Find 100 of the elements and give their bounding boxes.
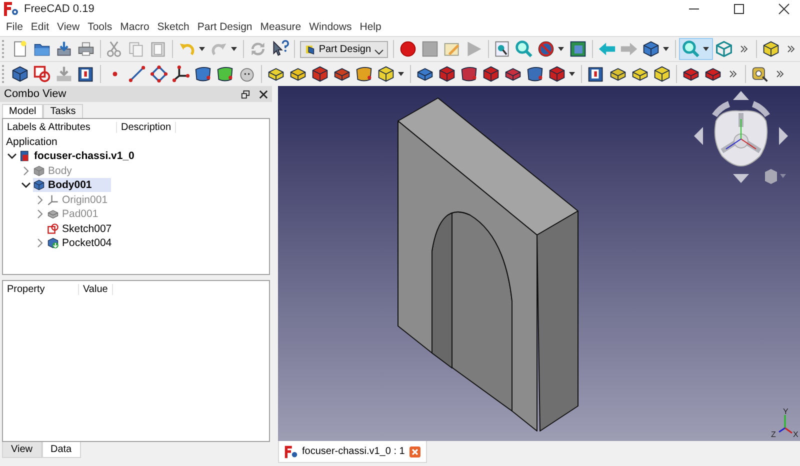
- notepad-icon[interactable]: [442, 40, 461, 58]
- window-title: FreeCAD 0.19: [24, 3, 94, 15]
- cube-icon[interactable]: [762, 40, 780, 58]
- app-logo-icon: [284, 444, 298, 458]
- panel-title: Combo View: [4, 88, 66, 100]
- document-icon: [19, 150, 31, 162]
- clipboard-icon[interactable]: [149, 40, 168, 58]
- cube-icon[interactable]: [438, 65, 456, 83]
- binder-icon[interactable]: [77, 65, 95, 83]
- column-header: Value: [79, 284, 113, 294]
- caret-icon[interactable]: [231, 47, 238, 51]
- cube-icon[interactable]: [311, 65, 329, 83]
- slab-icon[interactable]: [609, 65, 627, 83]
- cube-icon[interactable]: [642, 40, 660, 58]
- column-header: Property: [3, 284, 79, 294]
- menu-item[interactable]: Help: [356, 21, 386, 33]
- 3d-viewport[interactable]: Y Z X: [278, 86, 800, 441]
- sketch-icon: [47, 222, 59, 235]
- chevron-icon[interactable]: [776, 70, 784, 78]
- tree-item[interactable]: focuser-chassi.v1_0: [19, 149, 138, 164]
- menu-item[interactable]: Sketch: [153, 21, 194, 33]
- menu-item[interactable]: Edit: [26, 21, 54, 33]
- chevron-icon[interactable]: [729, 70, 737, 78]
- stop-icon[interactable]: [420, 40, 439, 58]
- line-icon[interactable]: [128, 65, 146, 83]
- caret-icon[interactable]: [663, 47, 670, 51]
- slab-icon[interactable]: [704, 65, 722, 83]
- no-entry-icon[interactable]: [537, 40, 556, 58]
- tab[interactable]: View: [2, 442, 42, 458]
- tree-item[interactable]: Body: [33, 164, 76, 178]
- axis-label: Y: [783, 407, 788, 416]
- caret-icon[interactable]: [199, 47, 206, 51]
- slab-icon[interactable]: [682, 65, 700, 83]
- body-icon: [33, 179, 45, 192]
- framed-cube-icon[interactable]: [569, 40, 588, 58]
- measure-icon[interactable]: [751, 65, 769, 83]
- maximize-icon[interactable]: [733, 3, 745, 15]
- surface-icon[interactable]: [216, 65, 234, 83]
- axis-cross-drawing: [778, 415, 792, 434]
- workbench-icon: [304, 42, 317, 56]
- body-icon: [33, 164, 45, 177]
- printer-icon[interactable]: [76, 40, 94, 58]
- tab[interactable]: Model: [2, 104, 44, 118]
- menu-item[interactable]: Part Design: [193, 21, 256, 33]
- surface-icon[interactable]: [355, 65, 373, 83]
- axes-icon[interactable]: [172, 65, 190, 83]
- slab-icon[interactable]: [333, 65, 351, 83]
- caret-icon[interactable]: [398, 72, 404, 76]
- navigation-cube-drawing[interactable]: [694, 91, 788, 184]
- slab-icon[interactable]: [631, 65, 649, 83]
- pad-icon: [47, 208, 59, 220]
- workbench-dropdown[interactable]: Part Design: [300, 40, 388, 58]
- document-tab[interactable]: focuser-chassi.v1_0 : 1: [278, 441, 427, 463]
- surface-icon[interactable]: [526, 65, 544, 83]
- tree-item[interactable]: Sketch007: [47, 222, 116, 236]
- cube-icon[interactable]: [653, 65, 671, 83]
- axis-label: Z: [771, 430, 776, 439]
- cube-icon[interactable]: [548, 65, 566, 83]
- wireframe-cube-icon[interactable]: [715, 40, 734, 58]
- sketch-icon[interactable]: [33, 65, 51, 83]
- close-icon[interactable]: [259, 90, 268, 98]
- float-icon[interactable]: [241, 90, 250, 98]
- cube-icon[interactable]: [11, 65, 29, 83]
- slab-icon[interactable]: [504, 65, 522, 83]
- caret-icon[interactable]: [569, 72, 575, 76]
- menu-item[interactable]: Macro: [116, 21, 154, 33]
- close-icon[interactable]: [778, 3, 790, 15]
- menu-item[interactable]: Tools: [84, 21, 116, 33]
- tree-item[interactable]: Pocket004: [47, 236, 116, 250]
- slab-icon[interactable]: [267, 65, 285, 83]
- chevron-icon[interactable]: [786, 45, 795, 53]
- caret-icon[interactable]: [703, 47, 710, 51]
- sheep-icon[interactable]: [238, 65, 256, 83]
- diamond-icon[interactable]: [150, 65, 168, 83]
- surface-icon[interactable]: [194, 65, 212, 83]
- menu-item[interactable]: File: [2, 21, 27, 33]
- tab[interactable]: Data: [42, 442, 81, 458]
- record-icon[interactable]: [398, 40, 417, 58]
- caret-icon[interactable]: [558, 47, 564, 51]
- cube-icon[interactable]: [482, 65, 500, 83]
- tree-item[interactable]: Pad001: [47, 207, 102, 222]
- menu-item[interactable]: Windows: [305, 21, 356, 33]
- column-header: Labels & Attributes: [3, 122, 117, 132]
- slab-icon[interactable]: [289, 65, 307, 83]
- save-icon[interactable]: [54, 40, 72, 58]
- menu-item[interactable]: View: [53, 21, 84, 33]
- column-header: Description: [117, 122, 176, 132]
- help-cursor-icon[interactable]: [270, 40, 289, 58]
- fit-page-icon[interactable]: [493, 40, 512, 58]
- pocket-icon: [47, 237, 59, 250]
- axis-label: X: [793, 430, 798, 439]
- menu-item[interactable]: Measure: [256, 21, 306, 33]
- tab[interactable]: Tasks: [43, 104, 83, 118]
- cube-icon[interactable]: [377, 65, 395, 83]
- slab-icon[interactable]: [416, 65, 434, 83]
- tree-item[interactable]: Body001: [33, 178, 111, 192]
- chevron-icon[interactable]: [740, 45, 748, 53]
- binder-icon[interactable]: [587, 65, 605, 83]
- tree-item[interactable]: Origin001: [47, 192, 112, 207]
- surface-icon[interactable]: [460, 65, 478, 83]
